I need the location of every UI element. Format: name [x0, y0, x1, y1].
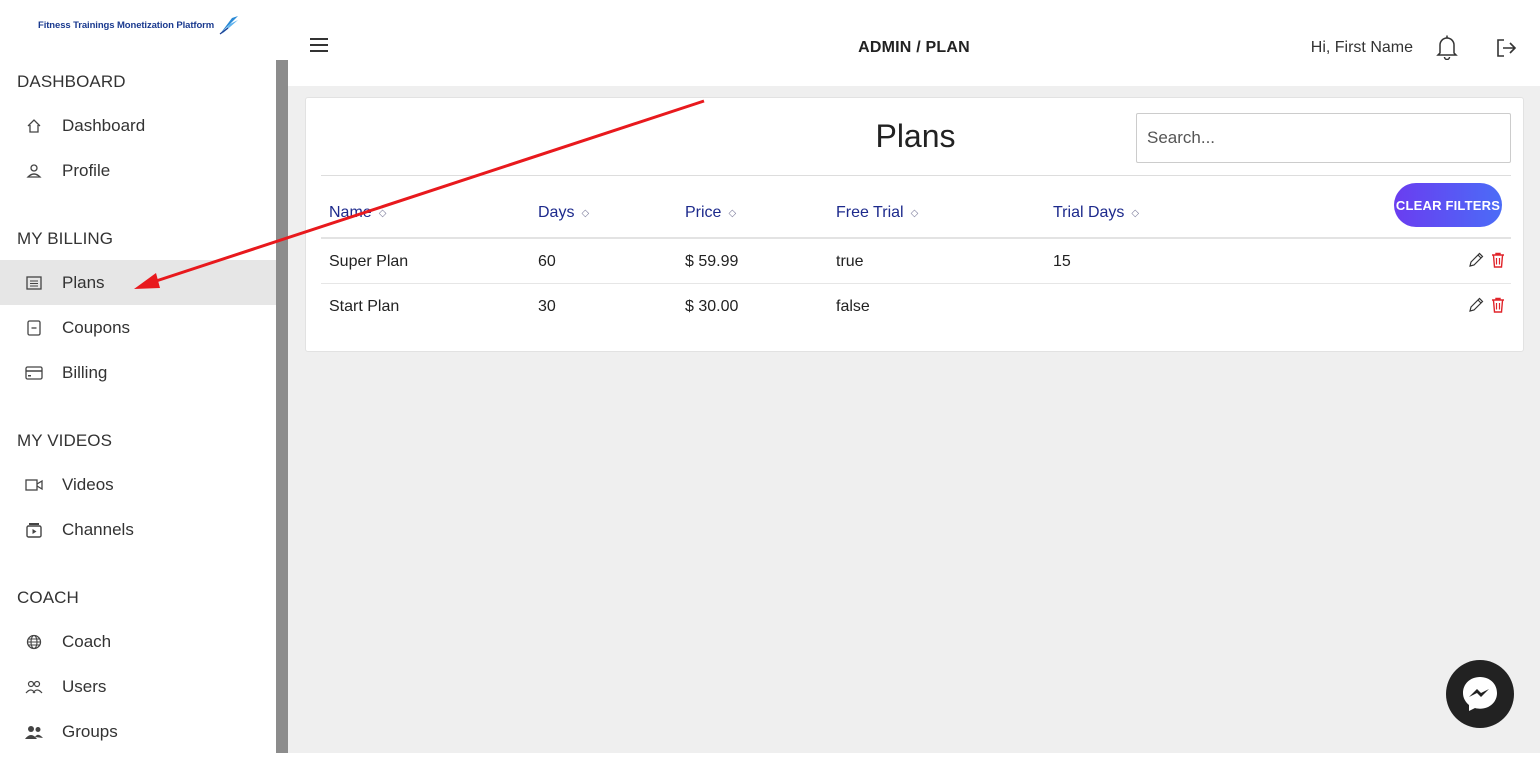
cell-days: 30 [538, 298, 556, 315]
main-content: Plans Name ◇ Days ◇ Price ◇ Free Trial ◇… [288, 86, 1540, 753]
channel-icon [25, 521, 43, 539]
sidebar-item-label: Coach [62, 631, 112, 651]
cell-trial-days: 15 [1053, 253, 1071, 270]
sidebar-item-coach[interactable]: Coach [0, 619, 276, 664]
section-title-coach: COACH [17, 588, 79, 607]
cell-name: Start Plan [329, 298, 400, 315]
sort-icon: ◇ [1131, 207, 1140, 219]
divider [321, 175, 1511, 176]
app-logo[interactable]: Fitness Trainings Monetization Platform [38, 12, 240, 38]
column-header-label: Days [538, 204, 575, 221]
delete-trash-icon[interactable] [1489, 296, 1507, 314]
credit-card-icon [25, 364, 43, 382]
top-header: ADMIN / PLAN Hi, First Name [288, 0, 1540, 86]
search-input[interactable] [1136, 113, 1511, 163]
sidebar-item-users[interactable]: Users [0, 664, 276, 709]
clear-filters-button[interactable]: CLEAR FILTERS [1394, 183, 1502, 227]
sort-icon: ◇ [910, 207, 919, 219]
table-row[interactable]: Super Plan 60 $ 59.99 true 15 [321, 239, 1511, 284]
sidebar-item-channels[interactable]: Channels [0, 507, 276, 552]
edit-pencil-icon[interactable] [1467, 251, 1485, 269]
sort-icon: ◇ [581, 207, 590, 219]
column-header-price[interactable]: Price ◇ [685, 204, 736, 222]
plans-card: Plans Name ◇ Days ◇ Price ◇ Free Trial ◇… [305, 97, 1524, 352]
table-row[interactable]: Start Plan 30 $ 30.00 false [321, 284, 1511, 329]
sidebar-item-label: Dashboard [62, 115, 146, 135]
sidebar-item-label: Groups [62, 721, 118, 741]
sidebar-scrollbar[interactable] [276, 60, 288, 753]
section-title-billing: MY BILLING [17, 229, 114, 248]
sort-icon: ◇ [728, 207, 737, 219]
edit-pencil-icon[interactable] [1467, 296, 1485, 314]
sidebar-item-label: Plans [62, 272, 105, 292]
users-icon [25, 678, 43, 696]
user-icon [25, 162, 43, 180]
sidebar-item-label: Videos [62, 474, 114, 494]
sidebar-item-videos[interactable]: Videos [0, 462, 276, 507]
globe-icon [25, 633, 43, 651]
cell-days: 60 [538, 253, 556, 270]
home-icon [25, 117, 43, 135]
logout-icon[interactable] [1494, 36, 1518, 60]
column-header-label: Trial Days [1053, 204, 1125, 221]
column-header-days[interactable]: Days ◇ [538, 204, 589, 222]
column-header-trial-days[interactable]: Trial Days ◇ [1053, 204, 1139, 222]
sidebar-item-groups[interactable]: Groups [0, 709, 276, 754]
column-header-label: Name [329, 204, 372, 221]
cell-price: $ 30.00 [685, 298, 739, 315]
row-actions [1467, 251, 1507, 269]
sidebar: Fitness Trainings Monetization Platform … [0, 0, 276, 768]
delete-trash-icon[interactable] [1489, 251, 1507, 269]
sidebar-item-label: Coupons [62, 317, 131, 337]
user-greeting: Hi, First Name [1310, 39, 1413, 56]
sort-icon: ◇ [378, 207, 387, 219]
column-header-name[interactable]: Name ◇ [329, 204, 386, 222]
logo-mark-icon [219, 16, 239, 35]
sidebar-item-label: Billing [62, 362, 108, 382]
video-camera-icon [25, 476, 43, 494]
cell-free-trial: false [836, 298, 870, 315]
sidebar-item-billing[interactable]: Billing [0, 350, 276, 395]
sidebar-item-label: Users [62, 676, 107, 696]
column-header-free-trial[interactable]: Free Trial ◇ [836, 204, 918, 222]
column-header-label: Free Trial [836, 204, 904, 221]
row-actions [1467, 296, 1507, 314]
section-title-dashboard: DASHBOARD [17, 72, 126, 91]
sidebar-item-dashboard[interactable]: Dashboard [0, 103, 276, 148]
column-header-label: Price [685, 204, 722, 221]
bell-icon[interactable] [1436, 34, 1458, 60]
coupon-icon [25, 319, 43, 337]
section-title-videos: MY VIDEOS [17, 431, 113, 450]
sidebar-item-label: Profile [62, 160, 111, 180]
sidebar-item-label: Channels [62, 519, 134, 539]
list-icon [25, 274, 43, 292]
sidebar-item-coupons[interactable]: Coupons [0, 305, 276, 350]
sidebar-item-plans[interactable]: Plans [0, 260, 276, 305]
cell-name: Super Plan [329, 253, 409, 270]
messenger-icon [1463, 677, 1497, 711]
cell-free-trial: true [836, 253, 864, 270]
logo-text: Fitness Trainings Monetization Platform [38, 19, 215, 31]
cell-price: $ 59.99 [685, 253, 739, 270]
sidebar-item-profile[interactable]: Profile [0, 148, 276, 193]
group-icon [25, 723, 43, 741]
messenger-chat-button[interactable] [1446, 660, 1514, 728]
